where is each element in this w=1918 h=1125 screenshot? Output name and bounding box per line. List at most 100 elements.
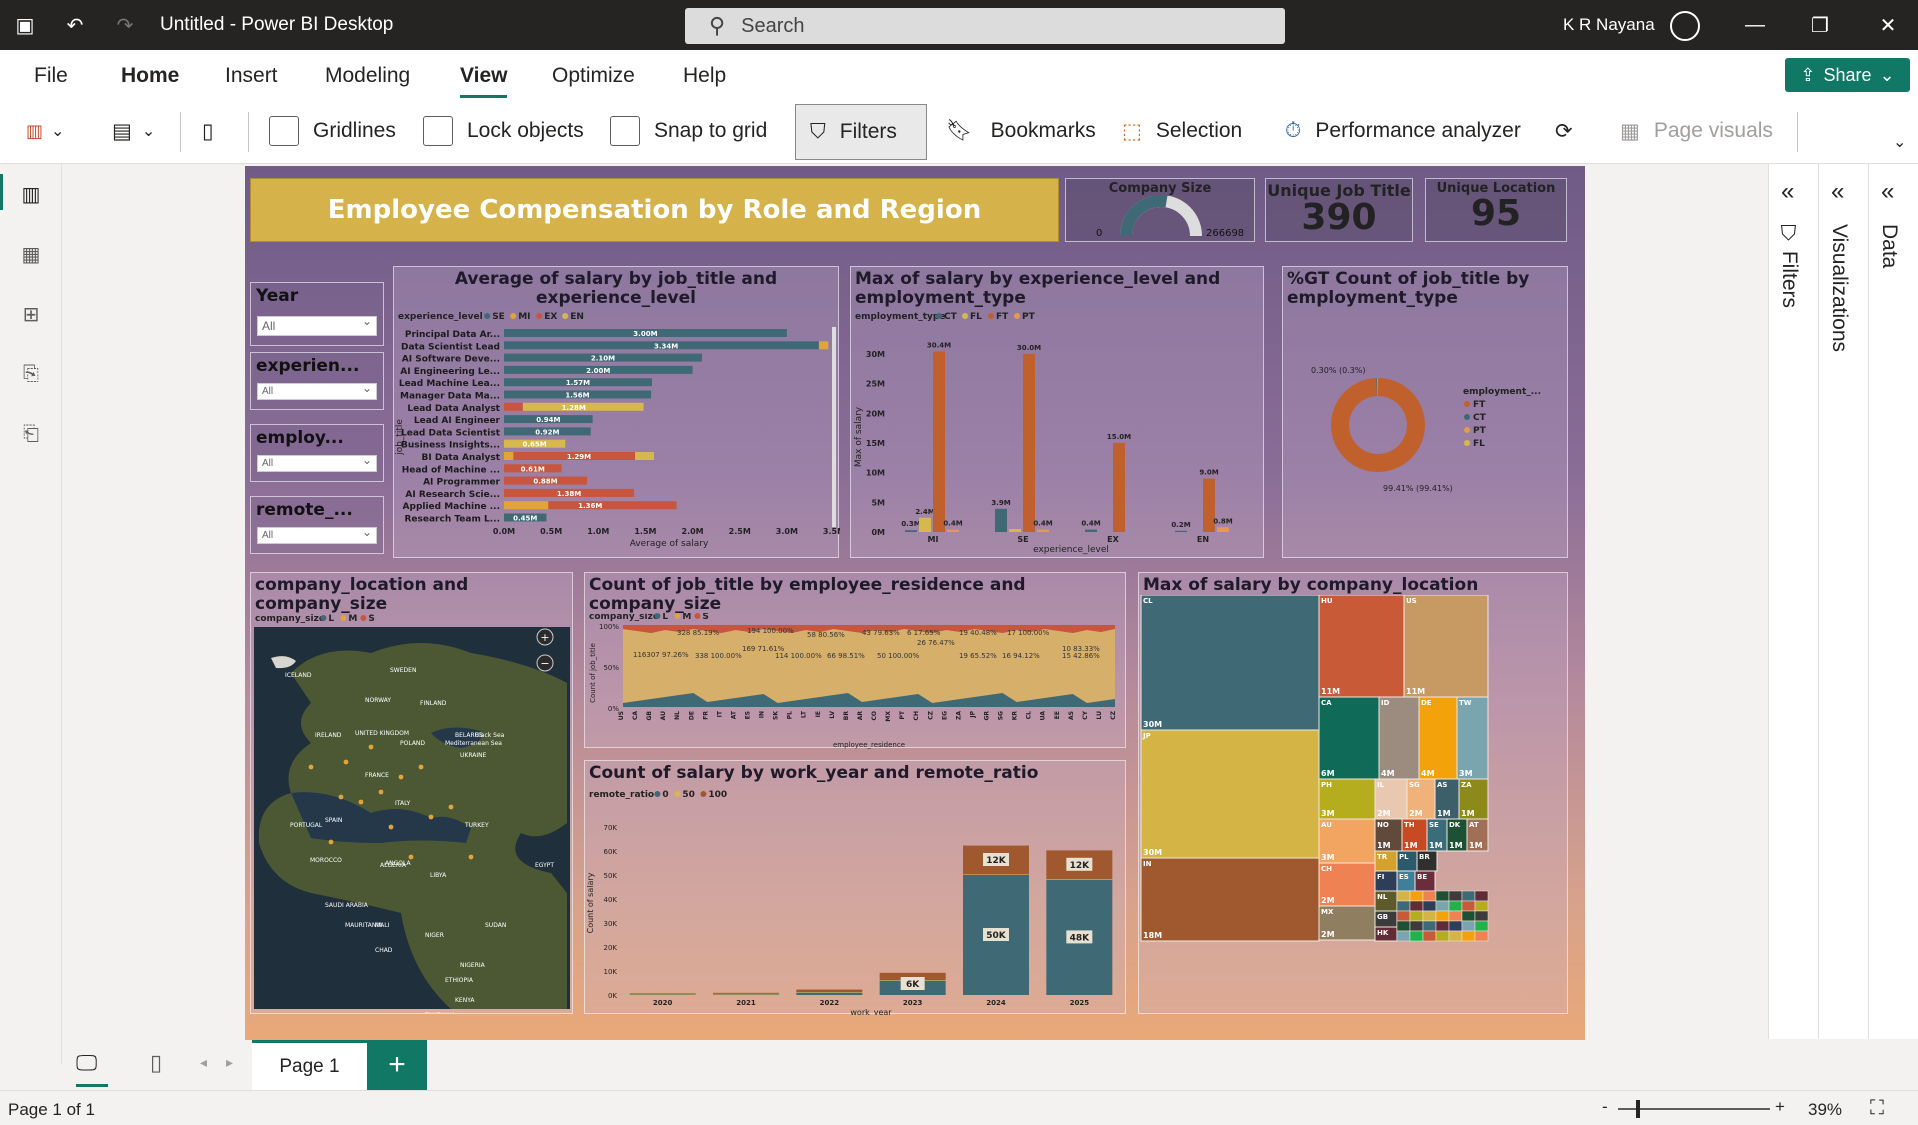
- salary-by-job-title-chart[interactable]: Average of salary by job_title and exper…: [393, 266, 840, 558]
- zoom-out-button[interactable]: -: [1602, 1097, 1608, 1117]
- zoom-slider-handle[interactable]: [1636, 1100, 1640, 1118]
- expand-data-icon[interactable]: «: [1881, 178, 1894, 206]
- desktop-layout-icon[interactable]: 🖵︎: [76, 1050, 97, 1076]
- work-year-svg: remote_ratio 0 50 100 0K 10K 20K 30K 40K 50K 60K 70…: [586, 790, 1113, 1015]
- tab-file[interactable]: File: [34, 64, 68, 88]
- add-page-button[interactable]: +: [367, 1040, 427, 1090]
- tab-view[interactable]: View: [460, 64, 508, 98]
- undo-icon[interactable]: ↶: [50, 0, 100, 50]
- page-layout-button[interactable]: ▤ ⌄: [112, 98, 155, 164]
- data-label: 12K: [1070, 861, 1091, 871]
- dax-query-icon[interactable]: ⎘: [15, 358, 47, 390]
- tmdl-view-icon[interactable]: ⎗: [15, 418, 47, 450]
- company-location-treemap[interactable]: Max of salary by company_location CL 30M J…: [1138, 572, 1568, 1014]
- mobile-layout-button[interactable]: ▯: [202, 98, 214, 164]
- zoom-slider[interactable]: [1618, 1108, 1770, 1110]
- fit-page-icon[interactable]: ⛶: [1870, 1097, 1884, 1120]
- kpi-unique-job-title[interactable]: Unique Job Title 390: [1265, 178, 1413, 242]
- slicer-dropdown[interactable]: All: [257, 525, 377, 544]
- slicer-dropdown[interactable]: All: [257, 381, 377, 400]
- treemap-cell-name: NL: [1377, 893, 1388, 901]
- column-segment: [629, 994, 696, 995]
- ribbon-collapse-icon[interactable]: ⌄: [1893, 122, 1906, 162]
- legend-item: S: [368, 614, 374, 624]
- sync-slicers-button[interactable]: ⟳: [1555, 98, 1573, 164]
- employment-type-donut[interactable]: %GT Count of job_title by employment_typ…: [1282, 266, 1568, 558]
- close-icon[interactable]: ✕: [1858, 0, 1918, 50]
- share-button[interactable]: ⇪ Share ⌄: [1785, 58, 1910, 92]
- view-switcher: ▥ ▦ ⊞ ⎘ ⎗: [0, 164, 62, 1064]
- performance-analyzer-button[interactable]: ⏱ Performance analyzer: [1285, 98, 1521, 164]
- filters-pane[interactable]: « ⛉ Filters: [1768, 164, 1818, 1039]
- page-tab[interactable]: Page 1: [252, 1040, 367, 1090]
- zoom-in-button[interactable]: +: [1775, 1097, 1785, 1117]
- table-view-icon[interactable]: ▦: [15, 238, 47, 270]
- slicer-employment[interactable]: employ... All: [250, 424, 384, 482]
- data-label: 1.57M: [566, 379, 590, 387]
- y-tick: 5M: [871, 498, 885, 507]
- expand-filters-icon[interactable]: «: [1781, 178, 1794, 206]
- redo-icon[interactable]: ↷: [100, 0, 150, 50]
- treemap-cell-value: 1M: [1437, 809, 1451, 818]
- tab-modeling[interactable]: Modeling: [325, 64, 410, 88]
- tab-home[interactable]: Home: [121, 64, 179, 88]
- lock-objects-checkbox[interactable]: Lock objects: [423, 98, 584, 164]
- selection-button[interactable]: ⬚ Selection: [1122, 98, 1242, 164]
- avatar[interactable]: [1670, 11, 1700, 41]
- next-page-icon[interactable]: ▸: [226, 1054, 233, 1071]
- kpi-unique-location[interactable]: Unique Location 95: [1425, 178, 1567, 242]
- map-svg[interactable]: company_size L M S ICELAND SWEDEN NORWAY FINLAN…: [251, 613, 574, 1013]
- mobile-layout-icon[interactable]: ▯: [150, 1050, 162, 1076]
- gridlines-checkbox[interactable]: Gridlines: [269, 98, 396, 164]
- company-size-gauge[interactable]: Company Size 0 266698: [1065, 178, 1255, 242]
- treemap-cell-name: CH: [1321, 865, 1332, 873]
- tab-insert[interactable]: Insert: [225, 64, 278, 88]
- visualizations-pane[interactable]: « Visualizations: [1818, 164, 1868, 1039]
- residence-chart[interactable]: Count of job_title by employee_residence…: [584, 572, 1126, 749]
- page-view-button[interactable]: ▥ ⌄: [26, 98, 64, 164]
- model-view-icon[interactable]: ⊞: [15, 298, 47, 330]
- report-view-icon[interactable]: ▥: [15, 178, 47, 210]
- legend-item: SE: [492, 312, 505, 322]
- filters-button[interactable]: ⛉ Filters: [795, 104, 927, 160]
- category-label: Lead Data Scientist: [401, 428, 501, 438]
- data-label: 1.38M: [557, 490, 581, 498]
- slicer-experience[interactable]: experien... All: [250, 352, 384, 410]
- restore-icon[interactable]: ❐: [1790, 0, 1850, 50]
- x-tick: EX: [1107, 535, 1119, 544]
- y-tick: 0M: [871, 528, 885, 537]
- user-name[interactable]: K R Nayana: [1563, 15, 1655, 35]
- minimize-icon[interactable]: —: [1725, 0, 1785, 50]
- report-canvas[interactable]: Employee Compensation by Role and Region…: [245, 166, 1585, 1040]
- tab-optimize[interactable]: Optimize: [552, 64, 635, 88]
- snap-to-grid-checkbox[interactable]: Snap to grid: [610, 98, 767, 164]
- tab-help[interactable]: Help: [683, 64, 726, 88]
- map-place-label: UKRAINE: [460, 752, 487, 759]
- data-pane[interactable]: « Data: [1868, 164, 1918, 1039]
- search-input[interactable]: ⚲ Search: [685, 8, 1285, 44]
- treemap-cell-value: 1M: [1449, 841, 1463, 850]
- treemap-cell-value: 3M: [1321, 809, 1335, 818]
- treemap-cell-name: MX: [1321, 908, 1334, 916]
- legend-item: 100: [708, 790, 727, 800]
- slicer-dropdown[interactable]: All: [257, 314, 377, 336]
- category-label: BI Data Analyst: [422, 453, 501, 463]
- bookmarks-button[interactable]: 🔖︎ Bookmarks: [946, 98, 1096, 164]
- slicer-remote[interactable]: remote_... All: [250, 496, 384, 554]
- prev-page-icon[interactable]: ◂: [200, 1054, 207, 1071]
- expand-visualizations-icon[interactable]: «: [1831, 178, 1844, 206]
- y-tick: 30M: [866, 350, 885, 359]
- y-tick: 50K: [604, 872, 618, 880]
- category-label: Head of Machine ...: [402, 465, 500, 475]
- salary-by-experience-chart[interactable]: Max of salary by experience_level and em…: [850, 266, 1264, 558]
- page-visuals-button[interactable]: ▦ Page visuals: [1620, 98, 1773, 164]
- save-icon[interactable]: ▣: [0, 0, 50, 50]
- work-year-chart[interactable]: Count of salary by work_year and remote_…: [584, 760, 1126, 1015]
- map-place-label: NORWAY: [365, 697, 391, 704]
- slicer-year[interactable]: Year All: [250, 282, 384, 346]
- x-tick: KR: [1012, 711, 1019, 721]
- company-location-map[interactable]: company_location and company_size compan…: [250, 572, 573, 1014]
- treemap-small-cell: [1396, 930, 1411, 942]
- slicer-dropdown[interactable]: All: [257, 453, 377, 472]
- legend-marker: [988, 313, 994, 319]
